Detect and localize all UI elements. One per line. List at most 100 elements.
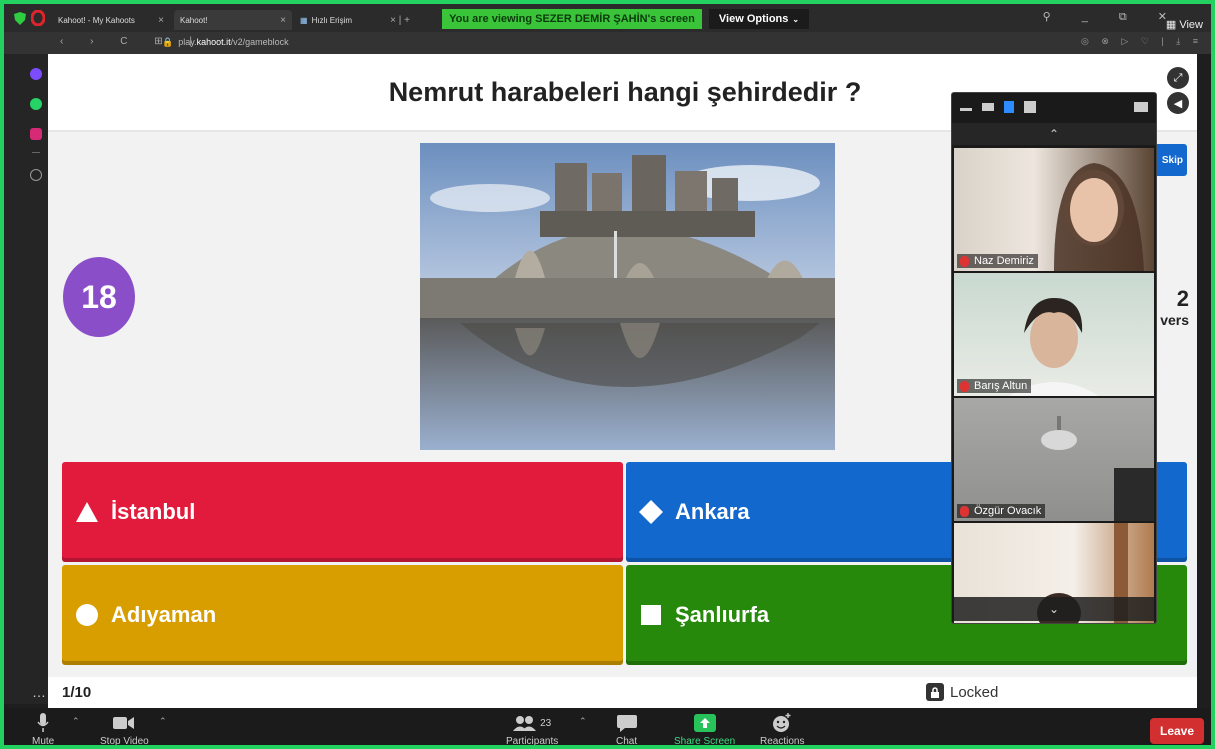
messenger-icon[interactable] bbox=[30, 68, 42, 80]
url-path: /v2/gameblock bbox=[230, 37, 289, 47]
chevron-down-icon: ⌄ bbox=[792, 14, 800, 24]
exit-panel-icon[interactable] bbox=[1134, 102, 1148, 112]
participants-icon: 23 bbox=[513, 712, 551, 734]
chevron-up-icon[interactable]: ⌃ bbox=[952, 123, 1156, 145]
grid-icon: ▦ bbox=[300, 15, 308, 25]
circle-icon bbox=[70, 603, 104, 627]
mute-label: Mute bbox=[32, 736, 55, 747]
url-field[interactable]: 🔒 play.kahoot.it/v2/gameblock bbox=[162, 37, 289, 48]
reactions-button[interactable]: Reactions bbox=[760, 712, 805, 747]
locked-status: Locked bbox=[926, 683, 998, 701]
share-screen-label: Share Screen bbox=[674, 736, 736, 747]
close-icon[interactable]: × bbox=[158, 15, 164, 26]
participants-label: Participants bbox=[506, 736, 559, 747]
close-icon[interactable]: × bbox=[280, 15, 286, 26]
tab-label: Hızlı Erişim bbox=[311, 15, 353, 25]
answer-label: İstanbul bbox=[111, 499, 196, 524]
tab-kahoot[interactable]: Kahoot! × bbox=[174, 10, 292, 30]
participant-name: Barış Altun bbox=[974, 380, 1028, 392]
minimize-icon[interactable] bbox=[960, 108, 972, 111]
view-options-button[interactable]: View Options ⌄ bbox=[709, 9, 809, 29]
participants-button[interactable]: 23 Participants bbox=[506, 712, 559, 747]
tab-my-kahoots[interactable]: Kahoot! - My Kahoots × bbox=[52, 10, 170, 30]
stop-video-button[interactable]: Stop Video bbox=[100, 712, 149, 747]
video-panel: ⌃ Naz Demiriz Barış Altun Özgür Ovacık ⌄ bbox=[951, 92, 1157, 624]
answer-label: Adıyaman bbox=[111, 602, 217, 627]
browser-tab-bar: Kahoot! - My Kahoots × Kahoot! × ▦ Hızlı Er… bbox=[4, 4, 1211, 32]
microphone-icon bbox=[37, 712, 49, 734]
participant-tile[interactable]: Barış Altun bbox=[954, 273, 1154, 396]
game-footer: 1/10 Locked bbox=[48, 677, 1197, 708]
chat-icon bbox=[616, 712, 637, 734]
shield-icon bbox=[14, 12, 26, 25]
instagram-icon[interactable] bbox=[30, 128, 42, 140]
chevron-up-icon[interactable]: ⌃ bbox=[159, 716, 167, 727]
mute-button[interactable]: Mute bbox=[32, 712, 55, 747]
chat-button[interactable]: Chat bbox=[616, 712, 638, 747]
mic-muted-icon bbox=[960, 255, 969, 267]
participant-name-tag: Naz Demiriz bbox=[957, 254, 1038, 268]
participant-video bbox=[1041, 416, 1154, 521]
screen-share-banner: You are viewing SEZER DEMİR ŞAHİN's scre… bbox=[442, 9, 702, 29]
view-options-label: View Options bbox=[718, 13, 789, 25]
video-panel-controls bbox=[952, 93, 1156, 121]
view-label: View bbox=[1179, 19, 1203, 31]
tab-label: Kahoot! bbox=[180, 15, 208, 25]
participant-tile[interactable]: Özgür Ovacık bbox=[954, 398, 1154, 521]
lock-icon bbox=[926, 683, 944, 701]
diamond-icon bbox=[634, 499, 668, 525]
stop-video-label: Stop Video bbox=[100, 736, 149, 747]
fullscreen-icon[interactable]: ⤢ bbox=[1167, 67, 1189, 89]
question-title: Nemrut harabeleri hangi şehirdedir ? bbox=[388, 76, 862, 107]
single-view-icon[interactable] bbox=[982, 103, 994, 111]
participant-video bbox=[1054, 163, 1144, 271]
participant-tile[interactable]: Naz Demiriz bbox=[954, 148, 1154, 271]
participant-name-tag: Barış Altun bbox=[957, 379, 1032, 393]
video-camera-icon bbox=[113, 712, 135, 734]
url-prefix: play. bbox=[178, 37, 197, 47]
url-domain: kahoot.it bbox=[196, 37, 231, 47]
tab-hizli-erisim[interactable]: ▦ Hızlı Erişim × | + bbox=[294, 10, 416, 30]
reactions-icon bbox=[772, 712, 792, 734]
square-icon bbox=[634, 605, 668, 625]
chat-label: Chat bbox=[616, 736, 638, 747]
grid-icon: ▦ bbox=[1165, 19, 1180, 31]
question-image bbox=[420, 143, 835, 450]
meeting-toolbar: Mute ⌃ Stop Video ⌃ 23 Participants ⌃ Ch… bbox=[4, 708, 1211, 747]
more-icon[interactable]: … bbox=[32, 684, 46, 700]
chevron-down-icon[interactable]: ⌄ bbox=[954, 597, 1154, 621]
strip-view-icon[interactable] bbox=[1004, 101, 1014, 113]
view-button[interactable]: ▦ View bbox=[1166, 18, 1203, 31]
leave-button[interactable]: Leave bbox=[1150, 718, 1204, 744]
participant-video bbox=[1009, 298, 1099, 396]
address-bar-icons[interactable]: ◎ ⊗ ▷ ♡ | ⤓ ≡ bbox=[1081, 36, 1203, 47]
address-bar: ‹ › C ⊞ | 🔒 play.kahoot.it/v2/gameblock … bbox=[4, 32, 1211, 54]
reactions-label: Reactions bbox=[760, 736, 805, 747]
close-icon[interactable]: × | + bbox=[390, 15, 410, 26]
answer-option-3[interactable]: Adıyaman bbox=[62, 565, 623, 665]
share-screen-button[interactable]: Share Screen bbox=[674, 712, 736, 747]
answer-label: Şanlıurfa bbox=[675, 602, 770, 627]
leave-label: Leave bbox=[1159, 724, 1195, 738]
grid-view-icon[interactable] bbox=[1024, 101, 1036, 113]
participant-name-tag: Özgür Ovacık bbox=[957, 504, 1046, 518]
chevron-up-icon[interactable]: ⌃ bbox=[579, 716, 587, 727]
lock-icon: 🔒 bbox=[162, 37, 179, 47]
browser-sidebar bbox=[4, 54, 48, 704]
participants-count: 23 bbox=[540, 717, 552, 729]
chevron-up-icon[interactable]: ⌃ bbox=[72, 716, 80, 727]
sound-icon[interactable]: ◀ bbox=[1167, 92, 1189, 114]
divider bbox=[32, 152, 40, 153]
answer-option-1[interactable]: İstanbul bbox=[62, 462, 623, 562]
participant-name: Özgür Ovacık bbox=[974, 505, 1042, 517]
window-controls[interactable]: ⚲ _ ⧉ ✕ bbox=[1043, 10, 1181, 24]
answer-label: Ankara bbox=[675, 499, 750, 524]
question-index: 1/10 bbox=[62, 684, 92, 701]
skip-button[interactable]: Skip bbox=[1154, 144, 1187, 176]
locked-label: Locked bbox=[950, 683, 999, 701]
whatsapp-icon[interactable] bbox=[30, 98, 42, 110]
share-screen-icon bbox=[693, 712, 716, 734]
skip-label: Skip bbox=[1161, 154, 1183, 166]
player-icon[interactable] bbox=[30, 169, 42, 181]
countdown-timer: 18 bbox=[63, 257, 135, 337]
